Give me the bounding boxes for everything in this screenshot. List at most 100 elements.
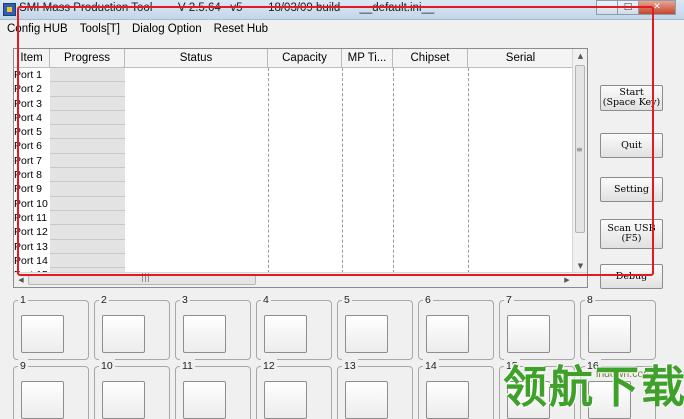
port-status-button[interactable]: [264, 315, 307, 353]
port-label: Port 11: [14, 211, 48, 224]
column-header-progress[interactable]: Progress: [50, 49, 125, 68]
scroll-right-icon[interactable]: ▶: [560, 273, 574, 287]
column-header-item[interactable]: Item: [14, 49, 50, 68]
start-button[interactable]: Start (Space Key): [600, 85, 663, 111]
minimize-button[interactable]: –: [596, 0, 618, 15]
menu-config-hub[interactable]: Config HUB: [7, 20, 80, 39]
port-label: Port 14: [14, 254, 48, 267]
table-row[interactable]: Port 5: [14, 125, 574, 140]
port-label: Port 7: [14, 154, 43, 167]
port-number: 2: [99, 293, 109, 307]
port-label: Port 1: [14, 69, 43, 81]
progress-cell: [50, 225, 125, 240]
table-row[interactable]: Port 1: [14, 68, 574, 83]
port-group-5: 5: [337, 293, 413, 360]
start-button-hint: (Space Key): [602, 97, 661, 108]
port-label: Port 6: [14, 140, 43, 153]
port-number: 5: [342, 293, 352, 307]
port-status-button[interactable]: [264, 381, 307, 419]
table-row[interactable]: Port 7: [14, 153, 574, 169]
port-status-button[interactable]: [345, 315, 388, 353]
debug-button[interactable]: Debug: [600, 264, 663, 289]
table-row[interactable]: Port 2: [14, 82, 574, 97]
port-status-button[interactable]: [507, 315, 550, 353]
port-status-button[interactable]: [183, 381, 226, 419]
grip-icon: |||: [141, 273, 151, 283]
port-group-12: 12: [256, 359, 332, 419]
column-header-status[interactable]: Status: [125, 49, 268, 68]
progress-cell: [50, 125, 125, 140]
progress-cell: [50, 96, 125, 111]
table-row[interactable]: Port 6: [14, 139, 574, 154]
horizontal-scrollbar[interactable]: ◀ ||| ▶: [14, 272, 587, 287]
scan-usb-button[interactable]: Scan USB (F5): [600, 219, 663, 249]
title-bar: SMI Mass Production Tool V 2.5.64 v5 18/…: [0, 0, 684, 20]
port-group-11: 11: [175, 359, 251, 419]
menu-dialog-option[interactable]: Dialog Option: [132, 20, 214, 39]
column-header-mp-time[interactable]: MP Ti...: [342, 49, 393, 68]
port-number: 10: [99, 359, 115, 373]
port-group-9: 9: [13, 359, 89, 419]
menu-tools[interactable]: Tools[T]: [80, 20, 132, 39]
port-status-button[interactable]: [426, 381, 469, 419]
maximize-button[interactable]: □: [617, 0, 639, 15]
setting-button[interactable]: Setting: [600, 177, 663, 202]
scroll-up-icon[interactable]: ▲: [573, 49, 587, 64]
port-list-grid[interactable]: Item Progress Status Capacity MP Ti... C…: [13, 48, 588, 288]
column-header-capacity[interactable]: Capacity: [268, 49, 342, 68]
table-row[interactable]: Port 4: [14, 110, 574, 126]
port-label: Port 9: [14, 183, 43, 196]
progress-cell: [50, 68, 125, 83]
quit-button[interactable]: Quit: [600, 133, 663, 158]
window-controls: – □ ✕: [596, 0, 676, 15]
port-label: Port 13: [14, 240, 48, 253]
progress-cell: [50, 153, 125, 169]
menu-reset-hub[interactable]: Reset Hub: [214, 20, 280, 39]
grip-icon: ≡: [576, 145, 583, 154]
port-group-10: 10: [94, 359, 170, 419]
port-label: Port 12: [14, 226, 48, 239]
port-group-13: 13: [337, 359, 413, 419]
table-row[interactable]: Port 13: [14, 239, 574, 254]
table-row[interactable]: Port 8: [14, 168, 574, 183]
port-status-button[interactable]: [588, 315, 631, 353]
table-row[interactable]: Port 12: [14, 225, 574, 240]
port-status-button[interactable]: [345, 381, 388, 419]
port-group-16: 16: [580, 359, 656, 419]
port-status-button[interactable]: [507, 381, 550, 419]
port-number: 16: [585, 359, 601, 373]
table-row[interactable]: Port 10: [14, 196, 574, 211]
port-status-button[interactable]: [21, 315, 64, 353]
close-button[interactable]: ✕: [638, 0, 676, 15]
column-header-serial[interactable]: Serial: [468, 49, 574, 68]
port-group-1: 1: [13, 293, 89, 360]
grid-rows: Port 1 Port 2 Port 3 Port 4 Port 5 Port …: [14, 68, 574, 283]
port-status-button[interactable]: [102, 315, 145, 353]
table-row[interactable]: Port 3: [14, 96, 574, 111]
scroll-left-icon[interactable]: ◀: [14, 273, 28, 287]
port-group-14: 14: [418, 359, 494, 419]
port-status-button[interactable]: [588, 381, 631, 419]
progress-cell: [50, 253, 125, 269]
port-number: 9: [18, 359, 28, 373]
table-row[interactable]: Port 9: [14, 182, 574, 197]
port-number: 12: [261, 359, 277, 373]
port-status-button[interactable]: [102, 381, 145, 419]
port-group-15: 15: [499, 359, 575, 419]
progress-cell: [50, 82, 125, 97]
grid-header: Item Progress Status Capacity MP Ti... C…: [14, 49, 587, 68]
horizontal-scroll-thumb[interactable]: |||: [28, 273, 256, 285]
port-label: Port 5: [14, 126, 43, 139]
column-header-chipset[interactable]: Chipset: [393, 49, 468, 68]
table-row[interactable]: Port 14: [14, 253, 574, 269]
port-status-button[interactable]: [183, 315, 226, 353]
progress-cell: [50, 239, 125, 254]
port-number: 4: [261, 293, 271, 307]
port-status-button[interactable]: [21, 381, 64, 419]
port-number: 13: [342, 359, 358, 373]
port-status-button[interactable]: [426, 315, 469, 353]
vertical-scrollbar[interactable]: ▲ ≡ ▼: [572, 49, 587, 274]
table-row[interactable]: Port 11: [14, 210, 574, 226]
port-number: 11: [180, 359, 195, 373]
port-number: 6: [423, 293, 433, 307]
